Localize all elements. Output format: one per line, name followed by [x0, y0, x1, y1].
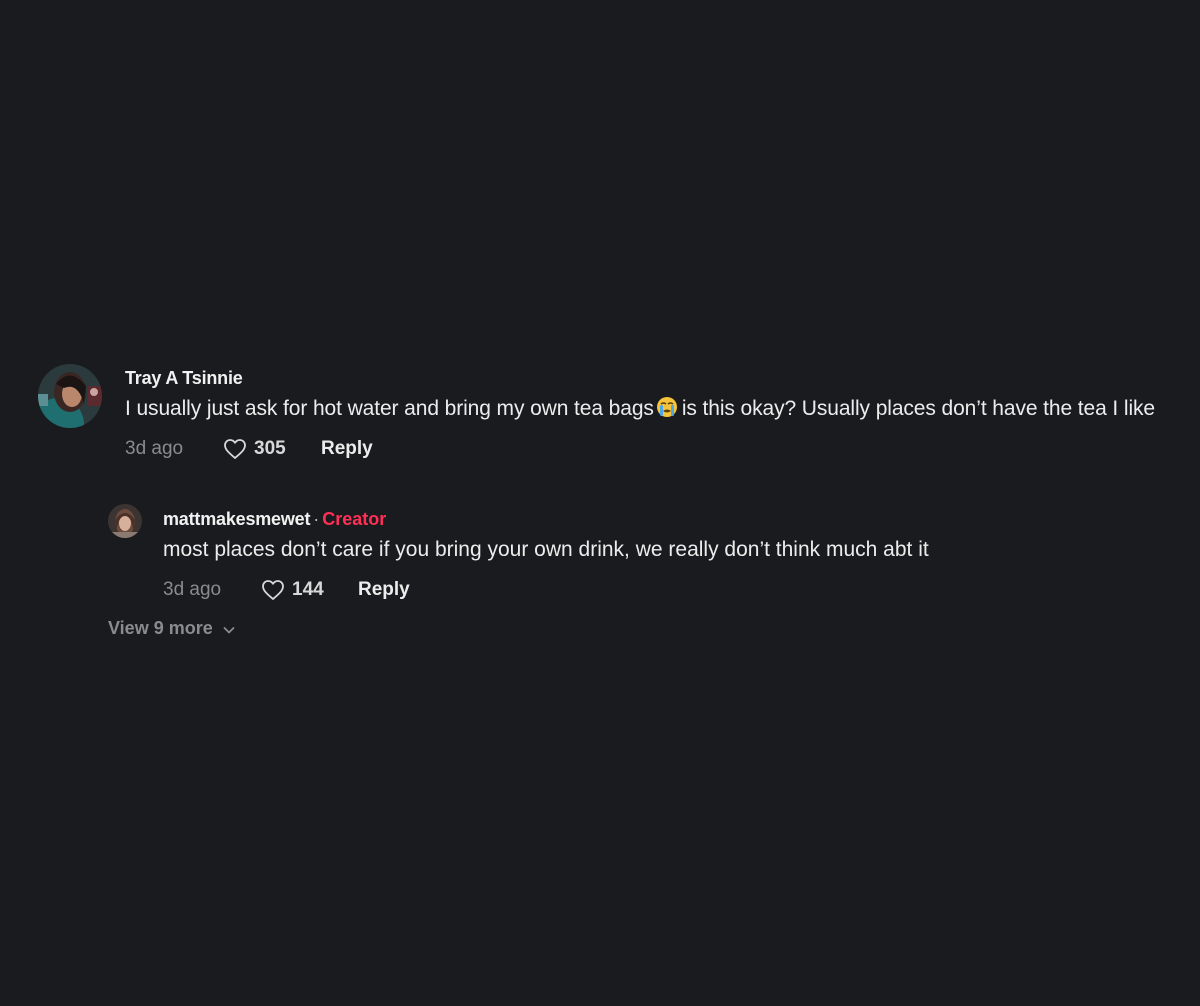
view-more-label: View 9 more: [108, 618, 213, 638]
comment-text-part-2: is this okay? Usually places don’t have …: [681, 397, 1156, 420]
reply-text: most places don’t care if you bring your…: [163, 538, 929, 561]
separator-dot: ·: [313, 509, 320, 529]
reply-button[interactable]: Reply: [358, 579, 410, 601]
creator-badge: Creator: [322, 509, 387, 529]
reply-username[interactable]: mattmakesmewet: [163, 509, 310, 529]
like-button[interactable]: 144: [261, 579, 358, 601]
avatar[interactable]: [38, 364, 102, 428]
chevron-down-icon: [223, 626, 235, 633]
reply-time: 3d ago: [163, 579, 222, 600]
view-more-replies-button[interactable]: View 9 more: [108, 618, 237, 639]
comment-time: 3d ago: [125, 438, 184, 459]
comment-text-part-1: I usually just ask for hot water and bri…: [125, 397, 654, 420]
comment-meta: 3d ago 305 Reply: [125, 435, 1165, 463]
like-count: 305: [254, 438, 286, 459]
reply-button[interactable]: Reply: [321, 438, 373, 460]
heart-icon: [224, 439, 246, 459]
avatar[interactable]: [108, 504, 142, 538]
reply-header: mattmakesmewet · Creator: [163, 508, 1103, 530]
comment-text: I usually just ask for hot water and bri…: [125, 394, 1165, 423]
like-button[interactable]: 305: [223, 438, 321, 460]
comment-thread: Tray A Tsinnie I usually just ask for ho…: [0, 0, 1200, 1006]
comment-username[interactable]: Tray A Tsinnie: [125, 367, 1165, 389]
heart-icon: [262, 580, 284, 600]
reply-meta: 3d ago 144 Reply: [163, 576, 1103, 604]
like-count: 144: [292, 579, 324, 600]
loudly-crying-face-icon: [656, 396, 678, 418]
